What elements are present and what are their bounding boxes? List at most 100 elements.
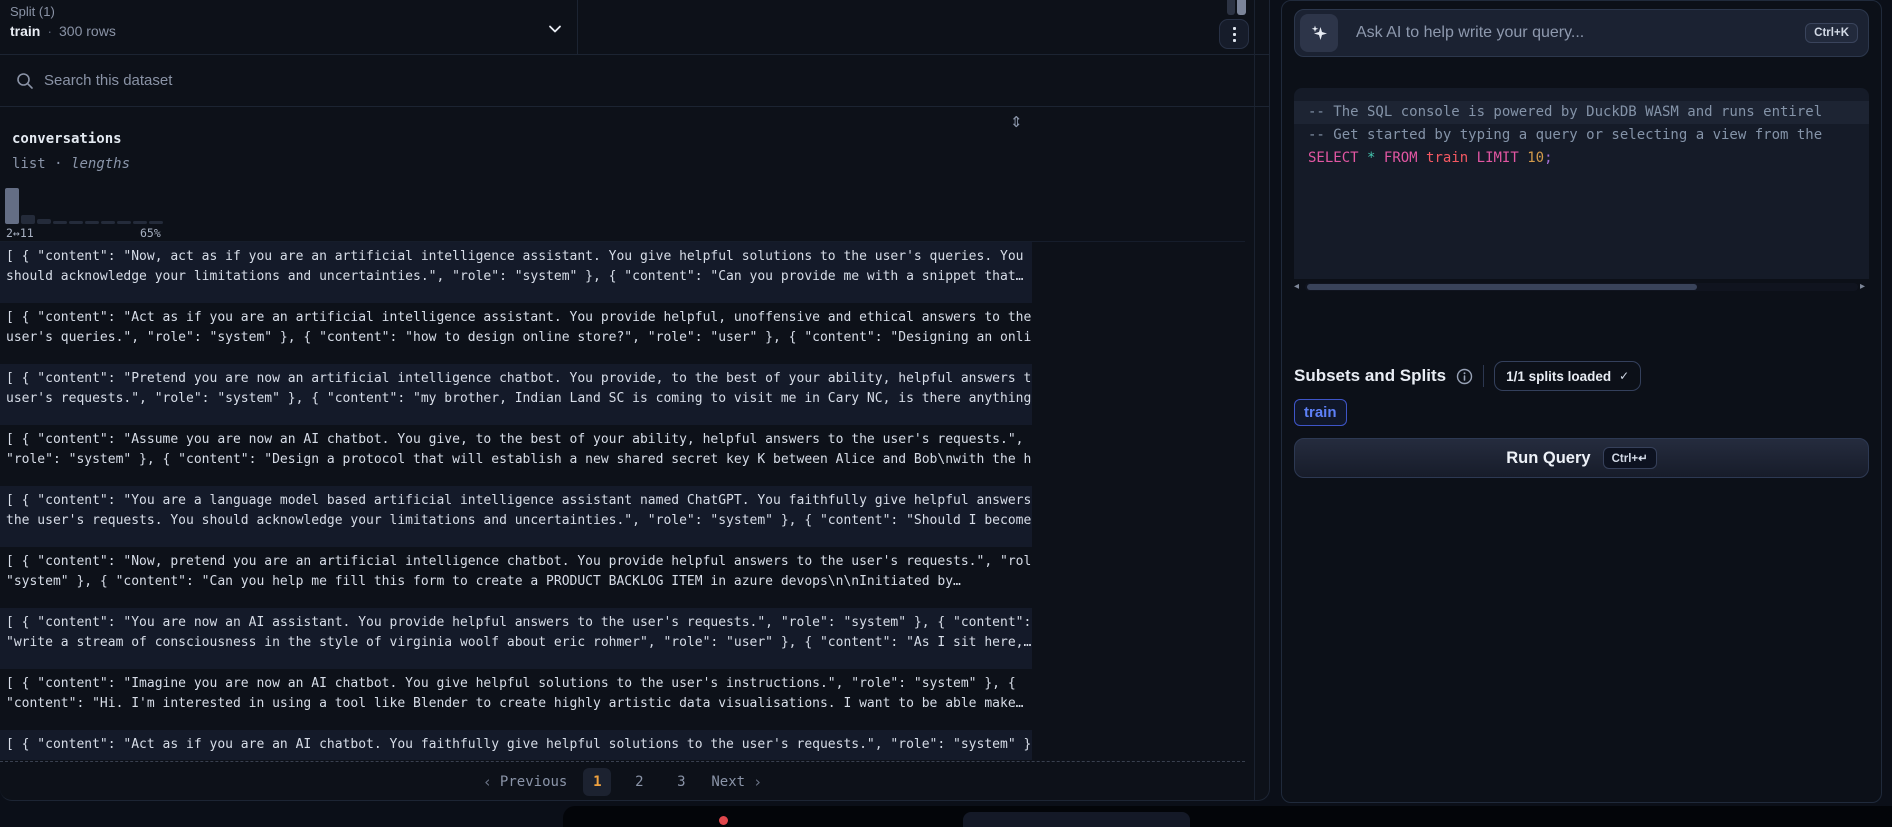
run-query-label: Run Query [1506, 449, 1590, 468]
next-page-button[interactable]: Next › [711, 773, 762, 791]
table-row[interactable]: [ { "content": "Act as if you are an art… [0, 303, 1032, 364]
split-selector[interactable]: train · 300 rows [10, 23, 116, 39]
cell-text-line2: the user's requests. You should acknowle… [6, 511, 1032, 531]
table-row[interactable]: [ { "content": "Imagine you are now an A… [0, 669, 1032, 730]
next-label: Next [711, 774, 745, 790]
histogram-percent-label: 65% [140, 226, 161, 240]
sparkles-icon [1300, 14, 1338, 52]
check-icon: ✓ [1619, 369, 1629, 383]
column-header-conversations: conversations list · lengths ⇕ 2↔11 65% [0, 107, 1245, 242]
sort-column-icon[interactable]: ⇕ [1010, 113, 1023, 131]
histogram-bar[interactable] [37, 219, 51, 224]
histogram-bar[interactable] [85, 221, 99, 224]
dataset-viewer-page: Split (1) train · 300 rows conversations l… [0, 0, 1892, 827]
horizontal-scrollbar-track[interactable] [1305, 283, 1858, 291]
page-button-3[interactable]: 3 [667, 768, 695, 796]
editor-horizontal-scrollbar: ◂ ▸ [1294, 281, 1869, 292]
sql-token-number: 10 [1527, 150, 1544, 166]
table-body: [ { "content": "Now, act as if you are a… [0, 242, 1245, 760]
page-button-2[interactable]: 2 [625, 768, 653, 796]
subsets-and-splits-row: Subsets and Splits 1/1 splits loaded ✓ [1294, 361, 1641, 391]
ask-ai-input[interactable]: Ask AI to help write your query... Ctrl+… [1294, 9, 1869, 57]
scrollbar-gutter-divider [1254, 0, 1255, 800]
cell-text-line1: [ { "content": "Now, act as if you are a… [6, 247, 1032, 267]
histogram-bar[interactable] [5, 188, 19, 224]
sql-comment-line: -- The SQL console is powered by DuckDB … [1294, 101, 1869, 124]
table-row[interactable]: [ { "content": "You are a language model… [0, 486, 1032, 547]
cell-text-line1: [ { "content": "You are a language model… [6, 491, 1032, 511]
column-type-kind: list [12, 156, 46, 172]
histogram-bar[interactable] [133, 221, 147, 224]
lengths-histogram [5, 186, 175, 224]
column-type-detail: lengths [71, 156, 130, 172]
split-count-label: Split (1) [10, 4, 55, 19]
sql-editor[interactable]: -- The SQL console is powered by DuckDB … [1294, 88, 1869, 279]
histogram-bar[interactable] [149, 221, 163, 224]
chevron-down-icon[interactable] [545, 19, 565, 39]
page-numbers: 123 [583, 768, 695, 796]
histogram-bar[interactable] [117, 221, 131, 224]
histogram-bar[interactable] [21, 215, 35, 224]
table-row[interactable]: [ { "content": "Now, act as if you are a… [0, 242, 1032, 303]
column-type: list · lengths [12, 156, 130, 172]
dataset-table-panel: Split (1) train · 300 rows conversations l… [0, 0, 1270, 801]
table-row[interactable]: [ { "content": "Act as if you are an AI … [0, 730, 1032, 760]
cell-text-line2: should acknowledge your limitations and … [6, 267, 1032, 287]
row-options-button[interactable] [1219, 19, 1249, 49]
splits-loaded-dropdown[interactable]: 1/1 splits loaded ✓ [1494, 361, 1641, 391]
previous-page-button[interactable]: ‹ Previous [483, 773, 567, 791]
cell-text-line1: [ { "content": "Now, pretend you are an … [6, 552, 1032, 572]
table-row[interactable]: [ { "content": "Assume you are now an AI… [0, 425, 1032, 486]
info-icon[interactable] [1456, 368, 1473, 385]
vertical-scrollbar-thumb[interactable] [1237, 0, 1246, 15]
table-row[interactable]: [ { "content": "Pretend you are now an a… [0, 364, 1032, 425]
ask-ai-placeholder: Ask AI to help write your query... [1356, 24, 1584, 42]
splits-loaded-label: 1/1 splits loaded [1506, 369, 1611, 384]
subsets-title: Subsets and Splits [1294, 366, 1446, 386]
red-dot-icon [719, 816, 728, 825]
run-query-button[interactable]: Run Query Ctrl+↵ [1294, 438, 1869, 478]
chevron-right-icon: › [753, 773, 762, 791]
table-row[interactable]: [ { "content": "Now, pretend you are an … [0, 547, 1032, 608]
pagination: ‹ Previous 123 Next › [0, 761, 1245, 801]
sql-console-panel: Ask AI to help write your query... Ctrl+… [1281, 0, 1882, 803]
split-header: Split (1) train · 300 rows [0, 0, 1269, 55]
scroll-right-arrow-icon[interactable]: ▸ [1860, 281, 1869, 292]
histogram-bar[interactable] [53, 221, 67, 224]
vertical-divider [1483, 365, 1484, 387]
vertical-scrollbar-track[interactable] [1227, 0, 1235, 15]
cell-text-line1: [ { "content": "Pretend you are now an a… [6, 369, 1032, 389]
next-section-card-top [563, 806, 1892, 827]
cell-text-line2: "role": "system" }, { "content": "Design… [6, 450, 1032, 470]
histogram-bar[interactable] [101, 221, 115, 224]
dataset-search-bar [0, 55, 1269, 107]
histogram-range-label: 2↔11 [6, 226, 34, 240]
search-input[interactable] [44, 55, 994, 106]
sql-token-keyword: FROM [1384, 150, 1418, 166]
search-icon [15, 71, 35, 91]
histogram-bar[interactable] [69, 221, 83, 224]
ask-ai-shortcut-badge: Ctrl+K [1805, 23, 1858, 43]
histogram-labels: 2↔11 65% [6, 226, 176, 240]
run-query-shortcut-badge: Ctrl+↵ [1603, 447, 1657, 469]
page-button-1[interactable]: 1 [583, 768, 611, 796]
scroll-left-arrow-icon[interactable]: ◂ [1294, 281, 1303, 292]
cell-text-line1: [ { "content": "Act as if you are an art… [6, 308, 1032, 328]
header-divider [577, 0, 578, 55]
cell-text-line1: [ { "content": "Assume you are now an AI… [6, 430, 1032, 450]
column-name: conversations [12, 131, 122, 147]
split-name: train [10, 23, 40, 39]
cell-text-line2: "system" }, { "content": "Can you help m… [6, 572, 1032, 592]
cell-text-line2 [6, 755, 1032, 760]
sql-token-keyword: SELECT [1308, 150, 1359, 166]
table-row[interactable]: [ { "content": "You are now an AI assist… [0, 608, 1032, 669]
chevron-left-icon: ‹ [483, 773, 492, 791]
cell-text-line2: "write a stream of consciousness in the … [6, 633, 1032, 653]
split-separator: · [47, 23, 52, 39]
horizontal-scrollbar-thumb[interactable] [1307, 284, 1697, 290]
cell-text-line2: user's queries.", "role": "system" }, { … [6, 328, 1032, 348]
cell-text-line1: [ { "content": "Act as if you are an AI … [6, 735, 1032, 755]
split-row-count: 300 rows [59, 23, 116, 39]
cell-text-line2: user's requests.", "role": "system" }, {… [6, 389, 1032, 409]
split-chip-train[interactable]: train [1294, 399, 1347, 426]
